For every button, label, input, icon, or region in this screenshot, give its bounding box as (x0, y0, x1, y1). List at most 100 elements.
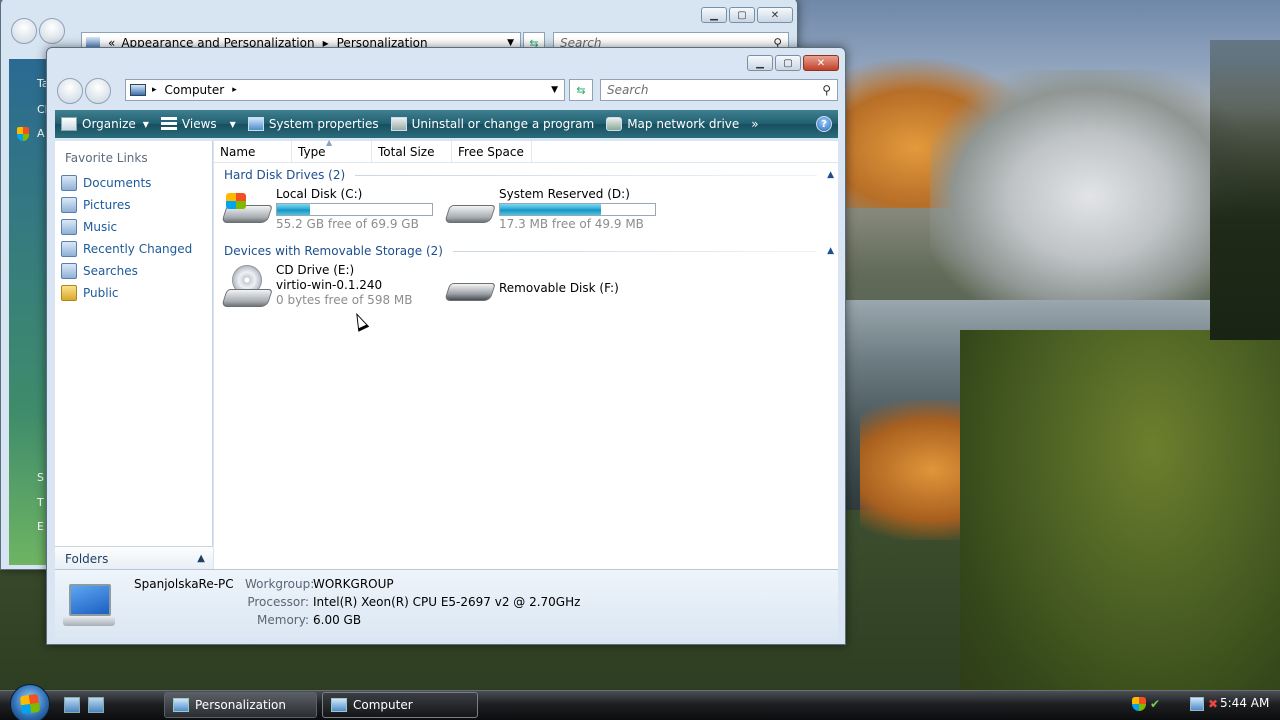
system-clock[interactable]: 5:44 AM (1220, 696, 1269, 710)
sort-arrow-icon: ▲ (326, 138, 333, 147)
computer-icon (63, 584, 115, 628)
drive-free-space: 55.2 GB free of 69.9 GB (276, 217, 419, 231)
show-desktop-icon[interactable] (64, 697, 80, 713)
address-bar[interactable]: ▸ Computer ▸ ▼ (125, 79, 565, 101)
favorite-link-music[interactable]: Music (61, 217, 117, 237)
favorite-link-searches[interactable]: Searches (61, 261, 138, 281)
folders-toggle[interactable]: Folders ▲ (55, 546, 213, 570)
address-dropdown-icon[interactable]: ▼ (551, 85, 558, 95)
group-header-removable-storage[interactable]: Devices with Removable Storage (2) ▲ (224, 243, 834, 259)
views-button[interactable]: Views ▼ (155, 110, 242, 138)
favorite-link-recently-changed[interactable]: Recently Changed (61, 239, 192, 259)
folders-label: Folders (65, 551, 109, 566)
detail-label: Workgroup: (245, 577, 315, 591)
column-label: Total Size (378, 145, 435, 159)
start-button[interactable] (10, 684, 50, 720)
column-label: Free Space (458, 145, 524, 159)
favorite-link-public[interactable]: Public (61, 283, 119, 303)
favorite-links-title: Favorite Links (65, 151, 148, 165)
collapse-group-icon[interactable]: ▲ (827, 170, 834, 180)
group-label: Devices with Removable Storage (2) (224, 244, 443, 258)
detail-label: Processor: (247, 595, 309, 609)
breadcrumb-computer[interactable]: Computer (165, 83, 225, 97)
minimize-button[interactable]: ▁ (747, 55, 773, 71)
drive-item-d[interactable]: System Reserved (D:) 17.3 MB free of 49.… (444, 187, 656, 237)
organize-button[interactable]: Organize ▼ (55, 110, 155, 138)
pictures-icon (61, 197, 77, 213)
programs-icon (390, 117, 407, 131)
back-button[interactable] (57, 78, 83, 104)
disk-usage-bar (276, 203, 433, 216)
map-network-drive-button[interactable]: Map network drive (600, 110, 745, 138)
taskbar-button-computer[interactable]: Computer (322, 692, 478, 718)
favorite-link-label: Public (83, 286, 119, 300)
details-pane: SpanjolskaRe-PC Workgroup: WORKGROUP Pro… (55, 569, 838, 639)
task-pane-text: S (37, 471, 44, 484)
forward-button[interactable] (39, 18, 65, 44)
favorite-link-documents[interactable]: Documents (61, 173, 151, 193)
drive-free-space: 0 bytes free of 598 MB (276, 293, 413, 307)
window-controls: ▁ ▢ ✕ (747, 55, 839, 71)
favorite-link-label: Documents (83, 176, 152, 190)
uninstall-program-button[interactable]: Uninstall or change a program (385, 110, 601, 138)
views-label: Views (181, 117, 217, 131)
column-header-free-space[interactable]: Free Space (452, 141, 532, 163)
drive-item-e[interactable]: CD Drive (E:) virtio-win-0.1.240 0 bytes… (221, 263, 413, 313)
system-properties-icon (247, 117, 264, 131)
security-shield-icon[interactable] (1132, 697, 1146, 711)
column-header-type[interactable]: ▲ Type (292, 138, 372, 163)
search-input[interactable]: Search ⚲ (600, 79, 838, 101)
views-icon (160, 117, 177, 131)
drive-item-c[interactable]: Local Disk (C:) 55.2 GB free of 69.9 GB (221, 187, 433, 237)
maximize-button[interactable]: ▢ (775, 55, 801, 71)
taskbar-button-label: Personalization (195, 698, 286, 712)
organize-label: Organize (82, 117, 136, 131)
drive-free-space: 17.3 MB free of 49.9 MB (499, 217, 644, 231)
help-button[interactable]: ? (810, 110, 838, 138)
system-properties-button[interactable]: System properties (242, 110, 385, 138)
group-header-hard-disk-drives[interactable]: Hard Disk Drives (2) ▲ (224, 167, 834, 183)
drive-volume-label: virtio-win-0.1.240 (276, 278, 383, 292)
favorite-link-pictures[interactable]: Pictures (61, 195, 131, 215)
chevron-down-icon: ▼ (229, 119, 236, 129)
breadcrumb-separator-icon[interactable]: ▸ (232, 85, 237, 95)
drive-item-f[interactable]: Removable Disk (F:) (444, 263, 619, 313)
command-toolbar: Organize ▼ Views ▼ System properties Uni… (55, 110, 838, 138)
detail-value: Intel(R) Xeon(R) CPU E5-2697 v2 @ 2.70GH… (313, 595, 581, 609)
chevron-up-icon: ▲ (197, 553, 205, 564)
minimize-button[interactable]: ▁ (701, 7, 727, 23)
column-header-total-size[interactable]: Total Size (372, 141, 452, 163)
search-icon[interactable]: ⚲ (822, 83, 831, 97)
searches-icon (61, 263, 77, 279)
forward-button[interactable] (85, 78, 111, 104)
search-placeholder: Search (607, 83, 649, 97)
more-commands-button[interactable]: » (745, 110, 764, 138)
removable-disk-icon (444, 263, 496, 309)
taskbar-button-personalization[interactable]: Personalization (164, 692, 317, 718)
detail-processor: Processor: Intel(R) Xeon(R) CPU E5-2697 … (245, 595, 580, 609)
collapse-group-icon[interactable]: ▲ (827, 246, 834, 256)
checkmark-icon[interactable]: ✔ (1150, 697, 1164, 711)
computer-window[interactable]: ▁ ▢ ✕ ▸ Computer ▸ ▼ ⇆ Search ⚲ Organize… (46, 47, 846, 645)
favorite-link-label: Recently Changed (83, 242, 193, 256)
back-button[interactable] (11, 18, 37, 44)
task-pane-text: E (37, 520, 44, 533)
documents-icon (61, 175, 77, 191)
close-button[interactable]: ✕ (757, 7, 793, 23)
refresh-icon[interactable]: ⇆ (569, 79, 593, 101)
task-pane-text: T (37, 496, 44, 509)
close-button[interactable]: ✕ (803, 55, 839, 71)
network-icon[interactable] (1190, 697, 1204, 711)
switch-windows-icon[interactable] (88, 697, 104, 713)
folder-icon (61, 285, 77, 301)
column-label: Type (298, 145, 326, 159)
maximize-button[interactable]: ▢ (729, 7, 755, 23)
cd-drive-icon (221, 263, 273, 309)
chevron-down-icon: ▼ (142, 119, 149, 129)
breadcrumb-separator-icon[interactable]: ▸ (152, 85, 157, 95)
column-header-name[interactable]: Name (214, 141, 292, 163)
detail-memory: Memory: 6.00 GB (245, 613, 361, 627)
hard-drive-icon (444, 187, 496, 233)
network-drive-icon (606, 117, 623, 131)
drive-name: Local Disk (C:) (276, 187, 363, 201)
